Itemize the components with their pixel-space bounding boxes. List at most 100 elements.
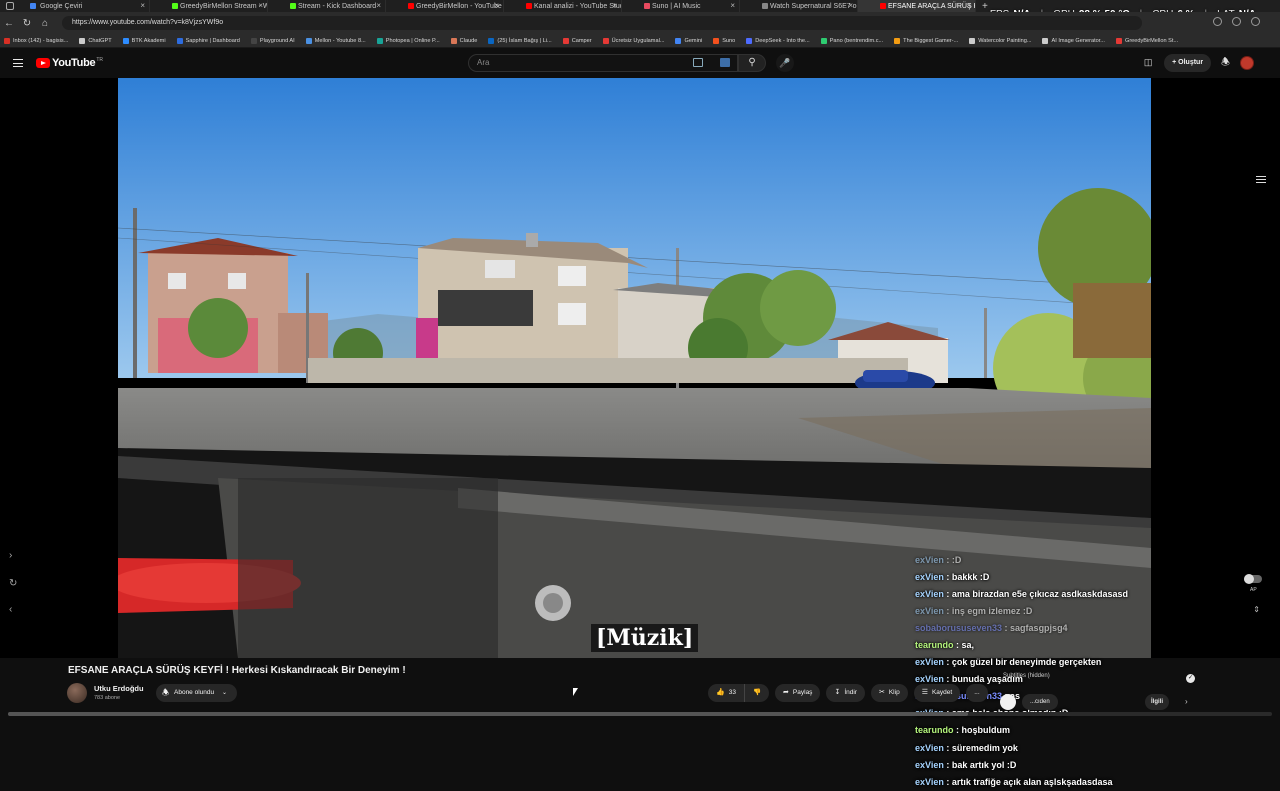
search-button[interactable]: ⚲	[738, 54, 766, 72]
close-icon[interactable]: ×	[848, 1, 853, 10]
save-icon: ☰	[921, 689, 928, 696]
browser-tab[interactable]: GreedyBirMellon - YouTube ×	[386, 0, 504, 12]
bookmark-item[interactable]: Suno	[713, 37, 735, 44]
avatar[interactable]	[1240, 56, 1254, 70]
home-icon[interactable]: ⌂	[36, 18, 54, 29]
bookmark-label: Gemini	[684, 37, 703, 44]
clip-button[interactable]: ✂ Klip	[870, 684, 908, 702]
browser-tab[interactable]: Suno | AI Music ×	[622, 0, 740, 12]
subscriber-count: 783 abone	[94, 695, 120, 701]
chat-separator: :	[943, 759, 952, 770]
cast-icon[interactable]: ◫	[1142, 57, 1154, 69]
dislike-button[interactable]: 👎	[745, 684, 769, 702]
bookmark-item[interactable]: Claude	[450, 37, 477, 44]
bookmark-item[interactable]: Camper	[562, 37, 592, 44]
channel-avatar[interactable]	[67, 683, 87, 703]
bookmark-label: Sapphire | Dashboard	[185, 37, 240, 44]
bookmark-item[interactable]: Gemini	[675, 37, 703, 44]
like-button[interactable]: 👍 33	[708, 684, 745, 702]
back-arrow-icon[interactable]: ←	[0, 18, 18, 29]
chat-text: :D	[951, 555, 962, 565]
extension-icon[interactable]	[1213, 17, 1222, 26]
new-tab-button[interactable]: +	[982, 1, 988, 12]
notifications-bell-icon[interactable]: 🕭	[1221, 55, 1230, 72]
chevron-right-icon[interactable]: ›	[1185, 697, 1188, 706]
profile-icon[interactable]	[1251, 17, 1260, 26]
bookmark-favicon-icon	[250, 37, 257, 44]
download-button[interactable]: ↧ İndir	[826, 684, 865, 702]
related-chip[interactable]: İlgili	[1145, 694, 1169, 710]
browser-tab[interactable]: Stream - Kick Dashboard ×	[268, 0, 386, 12]
bookmark-item[interactable]: (25) İslam Bağış | Li...	[488, 37, 552, 44]
scrollbar-thumb[interactable]	[8, 712, 968, 716]
tab-list: Google Çeviri×GreedyBirMellon Stream - W…	[0, 0, 976, 12]
bookmark-item[interactable]: Mellon - Youtube 8...	[305, 37, 366, 44]
close-icon[interactable]: ×	[494, 1, 499, 10]
filter-chip[interactable]: ...cıden	[1022, 694, 1058, 710]
chat-text: ama birazdan e5e çıkıcaz asdkaskdasasd	[951, 589, 1128, 600]
bookmark-item[interactable]: Inbox (142) - bagisis...	[4, 37, 68, 44]
close-icon[interactable]: ×	[376, 1, 381, 10]
subscribed-button[interactable]: 🕭 Abone olundu ⌄	[156, 684, 237, 702]
extension-icon[interactable]	[1232, 17, 1241, 26]
bookmark-item[interactable]: Playground AI	[250, 37, 295, 44]
share-button[interactable]: ➦ Paylaş	[775, 684, 821, 702]
create-button[interactable]: + Oluştur	[1164, 54, 1212, 72]
chat-separator: :	[943, 657, 952, 668]
bookmark-favicon-icon	[746, 37, 753, 44]
bookmark-item[interactable]: Ücretsiz Uygulamal...	[602, 37, 664, 44]
youtube-logo[interactable]: YouTube TR	[36, 57, 103, 69]
extension-icon[interactable]	[720, 58, 730, 67]
bookmark-item[interactable]: Photopea | Online P...	[376, 37, 440, 44]
chat-message: tearundo : sa,	[915, 637, 1128, 654]
keyboard-icon[interactable]	[693, 58, 703, 67]
close-icon[interactable]: ×	[258, 1, 263, 10]
bookmark-favicon-icon	[1115, 37, 1122, 44]
bookmark-label: The Biggest Gamer-...	[903, 37, 959, 44]
close-icon[interactable]: ×	[966, 1, 971, 10]
close-icon[interactable]: ×	[612, 1, 617, 10]
filter-chips: ...cıden	[1000, 694, 1058, 710]
chat-separator: :	[943, 572, 952, 583]
filter-chip[interactable]	[1000, 694, 1016, 710]
expand-icon[interactable]: ⇕	[1253, 605, 1260, 614]
menu-icon[interactable]	[13, 59, 23, 70]
bookmark-item[interactable]: BTK Akademi	[122, 37, 166, 44]
chat-overlay: exVien : :D exVien : bakkk :D exVien : ama…	[915, 552, 1128, 791]
channel-name[interactable]: Utku Erdoğdu	[94, 684, 144, 693]
browser-tab[interactable]: Google Çeviri ×	[0, 0, 150, 12]
chat-separator: :	[943, 776, 952, 787]
save-button[interactable]: ☰ Kaydet	[913, 684, 961, 702]
bookmark-item[interactable]: DeepSeek - Into the...	[746, 37, 810, 44]
playlist-icon[interactable]	[1256, 176, 1266, 185]
share-label: Paylaş	[792, 689, 813, 696]
close-icon[interactable]: ×	[140, 1, 145, 10]
close-icon[interactable]: ×	[730, 1, 735, 10]
refresh-icon[interactable]: ↻	[9, 578, 17, 589]
horizontal-scrollbar[interactable]	[8, 712, 1272, 716]
browser-tab[interactable]: GreedyBirMellon Stream - Watch×	[150, 0, 268, 12]
bookmark-item[interactable]: AI Image Generator...	[1042, 37, 1105, 44]
bookmark-item[interactable]: The Biggest Gamer-...	[894, 37, 959, 44]
bookmark-item[interactable]: GreedyBirMellon St...	[1115, 37, 1178, 44]
url-field[interactable]: https://www.youtube.com/watch?v=k8VjzsYW…	[62, 16, 1142, 30]
chevron-left-icon[interactable]: ‹	[9, 604, 12, 615]
bookmark-item[interactable]: Watercolor Painting...	[969, 37, 1031, 44]
reload-icon[interactable]: ↻	[18, 18, 36, 29]
bookmark-item[interactable]: Pano (bentrendim.c...	[820, 37, 883, 44]
browser-tab[interactable]: Kanal analizi - YouTube Studio ×	[504, 0, 622, 12]
check-icon[interactable]: ✓	[1186, 674, 1195, 683]
browser-tab[interactable]: EFSANE ARAÇLA SÜRÜŞ KEYF×	[858, 0, 976, 12]
bookmark-item[interactable]: ChatGPT	[79, 37, 112, 44]
bookmark-item[interactable]: Sapphire | Dashboard	[176, 37, 240, 44]
tab-favicon-icon	[762, 3, 768, 9]
voice-search-button[interactable]: 🎤	[776, 54, 794, 72]
chevron-right-icon[interactable]: ›	[9, 550, 12, 561]
more-actions-button[interactable]: ...	[966, 684, 988, 702]
browser-tab[interactable]: Watch Supernatural S6E7 online×	[740, 0, 858, 12]
bookmark-favicon-icon	[1042, 37, 1049, 44]
chat-text: artık trafiğe açık alan aşlskşadasdasa	[951, 776, 1113, 787]
chat-username: exVien	[915, 674, 944, 685]
autoplay-toggle[interactable]	[1244, 574, 1262, 584]
video-player[interactable]: [Müzik] exVien : :D exVien : bakkk :D exVi…	[0, 78, 1280, 787]
